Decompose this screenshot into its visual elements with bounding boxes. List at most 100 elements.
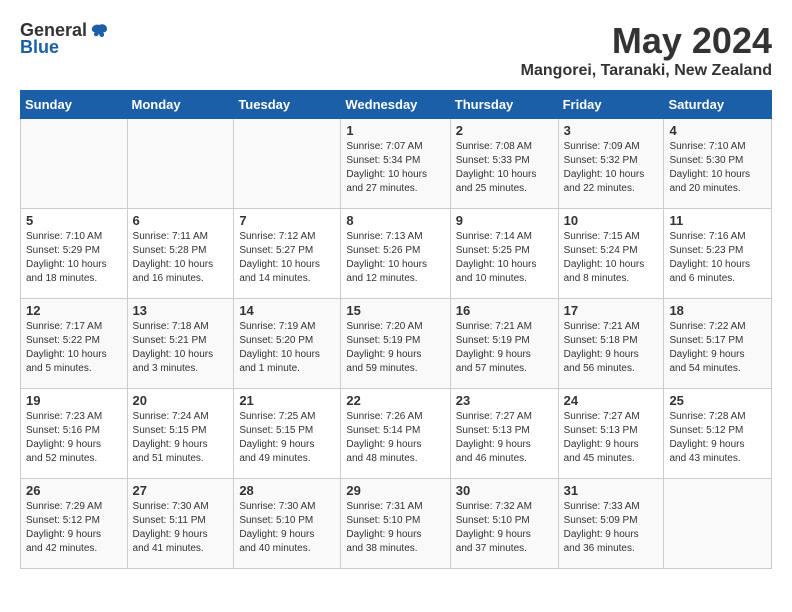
day-info: Sunrise: 7:14 AM Sunset: 5:25 PM Dayligh… <box>456 230 553 286</box>
day-info: Sunrise: 7:10 AM Sunset: 5:29 PM Dayligh… <box>26 230 122 286</box>
day-number: 22 <box>346 393 444 408</box>
day-number: 2 <box>456 123 553 138</box>
day-number: 19 <box>26 393 122 408</box>
table-row: 12Sunrise: 7:17 AM Sunset: 5:22 PM Dayli… <box>21 299 128 389</box>
table-row: 16 Sunrise: 7:21 AM Sunset: 5:19 PM Dayli… <box>450 299 558 389</box>
day-info: Sunrise: 7:16 AM Sunset: 5:23 PM Dayligh… <box>669 230 766 286</box>
day-number: 27 <box>133 483 229 498</box>
calendar-row: 5 Sunrise: 7:10 AM Sunset: 5:29 PM Daylig… <box>21 209 772 299</box>
day-number: 25 <box>669 393 766 408</box>
day-number: 28 <box>239 483 335 498</box>
day-number: 23 <box>456 393 553 408</box>
day-number: 21 <box>239 393 335 408</box>
day-number: 1 <box>346 123 444 138</box>
table-row: 1 Sunrise: 7:07 AM Sunset: 5:34 PM Daylig… <box>341 119 450 209</box>
table-row <box>664 479 772 569</box>
day-number: 14 <box>239 303 335 318</box>
day-info: Sunrise: 7:17 AM Sunset: 5:22 PM Dayligh… <box>26 320 122 376</box>
day-number: 24 <box>564 393 659 408</box>
day-number: 16 <box>456 303 553 318</box>
header-row: Sunday Monday Tuesday Wednesday Thursday… <box>21 91 772 119</box>
day-info: Sunrise: 7:11 AM Sunset: 5:28 PM Dayligh… <box>133 230 229 286</box>
table-row: 17 Sunrise: 7:21 AM Sunset: 5:18 PM Dayli… <box>558 299 664 389</box>
table-row <box>234 119 341 209</box>
day-info: Sunrise: 7:12 AM Sunset: 5:27 PM Dayligh… <box>239 230 335 286</box>
day-info: Sunrise: 7:13 AM Sunset: 5:26 PM Dayligh… <box>346 230 444 286</box>
day-info: Sunrise: 7:26 AM Sunset: 5:14 PM Dayligh… <box>346 410 444 466</box>
day-number: 29 <box>346 483 444 498</box>
month-title: May 2024 <box>521 20 772 62</box>
day-info: Sunrise: 7:07 AM Sunset: 5:34 PM Dayligh… <box>346 140 444 196</box>
table-row: 24 Sunrise: 7:27 AM Sunset: 5:13 PM Dayli… <box>558 389 664 479</box>
table-row: 11 Sunrise: 7:16 AM Sunset: 5:23 PM Dayli… <box>664 209 772 299</box>
calendar-row: 26 Sunrise: 7:29 AM Sunset: 5:12 PM Dayli… <box>21 479 772 569</box>
table-row: 31Sunrise: 7:33 AM Sunset: 5:09 PM Dayli… <box>558 479 664 569</box>
table-row: 27Sunrise: 7:30 AM Sunset: 5:11 PM Dayli… <box>127 479 234 569</box>
day-info: Sunrise: 7:32 AM Sunset: 5:10 PM Dayligh… <box>456 500 553 556</box>
day-info: Sunrise: 7:24 AM Sunset: 5:15 PM Dayligh… <box>133 410 229 466</box>
calendar-row: 12Sunrise: 7:17 AM Sunset: 5:22 PM Dayli… <box>21 299 772 389</box>
table-row: 20 Sunrise: 7:24 AM Sunset: 5:15 PM Dayli… <box>127 389 234 479</box>
day-info: Sunrise: 7:18 AM Sunset: 5:21 PM Dayligh… <box>133 320 229 376</box>
table-row: 28Sunrise: 7:30 AM Sunset: 5:10 PM Dayli… <box>234 479 341 569</box>
day-number: 30 <box>456 483 553 498</box>
day-number: 4 <box>669 123 766 138</box>
logo: General Blue <box>20 20 109 58</box>
day-number: 17 <box>564 303 659 318</box>
location-title: Mangorei, Taranaki, New Zealand <box>521 62 772 80</box>
day-info: Sunrise: 7:20 AM Sunset: 5:19 PM Dayligh… <box>346 320 444 376</box>
table-row: 7 Sunrise: 7:12 AM Sunset: 5:27 PM Daylig… <box>234 209 341 299</box>
calendar-row: 19Sunrise: 7:23 AM Sunset: 5:16 PM Dayli… <box>21 389 772 479</box>
table-row: 6Sunrise: 7:11 AM Sunset: 5:28 PM Daylig… <box>127 209 234 299</box>
day-info: Sunrise: 7:31 AM Sunset: 5:10 PM Dayligh… <box>346 500 444 556</box>
day-number: 13 <box>133 303 229 318</box>
col-saturday: Saturday <box>664 91 772 119</box>
header: General Blue May 2024 Mangorei, Taranaki… <box>20 20 772 80</box>
table-row: 22 Sunrise: 7:26 AM Sunset: 5:14 PM Dayli… <box>341 389 450 479</box>
day-info: Sunrise: 7:09 AM Sunset: 5:32 PM Dayligh… <box>564 140 659 196</box>
title-section: May 2024 Mangorei, Taranaki, New Zealand <box>521 20 772 80</box>
table-row: 25 Sunrise: 7:28 AM Sunset: 5:12 PM Dayli… <box>664 389 772 479</box>
table-row: 8 Sunrise: 7:13 AM Sunset: 5:26 PM Daylig… <box>341 209 450 299</box>
day-info: Sunrise: 7:21 AM Sunset: 5:19 PM Dayligh… <box>456 320 553 376</box>
table-row: 9 Sunrise: 7:14 AM Sunset: 5:25 PM Daylig… <box>450 209 558 299</box>
day-info: Sunrise: 7:22 AM Sunset: 5:17 PM Dayligh… <box>669 320 766 376</box>
day-number: 26 <box>26 483 122 498</box>
day-info: Sunrise: 7:27 AM Sunset: 5:13 PM Dayligh… <box>564 410 659 466</box>
table-row: 15Sunrise: 7:20 AM Sunset: 5:19 PM Dayli… <box>341 299 450 389</box>
table-row: 3Sunrise: 7:09 AM Sunset: 5:32 PM Daylig… <box>558 119 664 209</box>
table-row: 21 Sunrise: 7:25 AM Sunset: 5:15 PM Dayli… <box>234 389 341 479</box>
table-row <box>127 119 234 209</box>
table-row: 4 Sunrise: 7:10 AM Sunset: 5:30 PM Daylig… <box>664 119 772 209</box>
day-number: 20 <box>133 393 229 408</box>
day-info: Sunrise: 7:21 AM Sunset: 5:18 PM Dayligh… <box>564 320 659 376</box>
day-info: Sunrise: 7:15 AM Sunset: 5:24 PM Dayligh… <box>564 230 659 286</box>
table-row: 23Sunrise: 7:27 AM Sunset: 5:13 PM Dayli… <box>450 389 558 479</box>
day-number: 7 <box>239 213 335 228</box>
day-number: 18 <box>669 303 766 318</box>
logo-blue: Blue <box>20 37 59 58</box>
day-info: Sunrise: 7:10 AM Sunset: 5:30 PM Dayligh… <box>669 140 766 196</box>
col-tuesday: Tuesday <box>234 91 341 119</box>
table-row: 26 Sunrise: 7:29 AM Sunset: 5:12 PM Dayli… <box>21 479 128 569</box>
table-row: 2 Sunrise: 7:08 AM Sunset: 5:33 PM Daylig… <box>450 119 558 209</box>
day-number: 9 <box>456 213 553 228</box>
col-thursday: Thursday <box>450 91 558 119</box>
day-info: Sunrise: 7:19 AM Sunset: 5:20 PM Dayligh… <box>239 320 335 376</box>
table-row: 30 Sunrise: 7:32 AM Sunset: 5:10 PM Dayli… <box>450 479 558 569</box>
table-row: 13 Sunrise: 7:18 AM Sunset: 5:21 PM Dayli… <box>127 299 234 389</box>
col-monday: Monday <box>127 91 234 119</box>
day-number: 8 <box>346 213 444 228</box>
day-number: 31 <box>564 483 659 498</box>
table-row: 10Sunrise: 7:15 AM Sunset: 5:24 PM Dayli… <box>558 209 664 299</box>
table-row: 19Sunrise: 7:23 AM Sunset: 5:16 PM Dayli… <box>21 389 128 479</box>
col-wednesday: Wednesday <box>341 91 450 119</box>
col-friday: Friday <box>558 91 664 119</box>
day-number: 11 <box>669 213 766 228</box>
calendar-table: Sunday Monday Tuesday Wednesday Thursday… <box>20 90 772 569</box>
day-info: Sunrise: 7:28 AM Sunset: 5:12 PM Dayligh… <box>669 410 766 466</box>
day-number: 5 <box>26 213 122 228</box>
day-info: Sunrise: 7:25 AM Sunset: 5:15 PM Dayligh… <box>239 410 335 466</box>
day-info: Sunrise: 7:29 AM Sunset: 5:12 PM Dayligh… <box>26 500 122 556</box>
day-info: Sunrise: 7:08 AM Sunset: 5:33 PM Dayligh… <box>456 140 553 196</box>
